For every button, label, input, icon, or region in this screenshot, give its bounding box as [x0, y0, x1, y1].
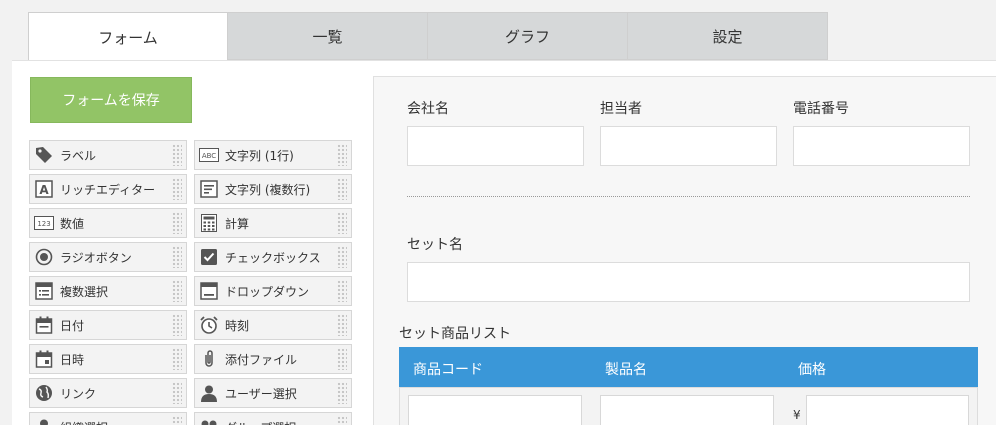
multiline-text-icon	[199, 179, 219, 199]
drag-handle-icon[interactable]	[172, 280, 182, 302]
palette-item-9[interactable]: 複数選択	[29, 276, 187, 306]
abc-text-icon: ABC	[199, 145, 219, 165]
drag-handle-icon[interactable]	[172, 144, 182, 166]
drag-handle-icon[interactable]	[337, 382, 347, 404]
tab-graph[interactable]: グラフ	[428, 12, 628, 60]
organization-icon	[34, 417, 54, 425]
tab-bar: フォーム 一覧 グラフ 設定	[28, 12, 828, 61]
column-product-name: 製品名	[605, 362, 647, 378]
palette-item-15[interactable]: リンク	[29, 378, 187, 408]
save-form-button[interactable]: フォームを保存	[30, 77, 192, 123]
palette-item-label: ラベル	[60, 148, 97, 163]
drag-handle-icon[interactable]	[172, 246, 182, 268]
group-icon	[199, 417, 219, 425]
palette-item-label: 日時	[60, 352, 85, 367]
user-icon	[199, 383, 219, 403]
drag-handle-icon[interactable]	[337, 246, 347, 268]
price-field[interactable]	[806, 395, 969, 425]
palette-item-label: ラジオボタン	[60, 250, 132, 265]
company-name-label: 会社名	[407, 101, 449, 117]
palette-item-7[interactable]: ラジオボタン	[29, 242, 187, 272]
drag-handle-icon[interactable]	[337, 314, 347, 336]
globe-icon	[34, 383, 54, 403]
palette-item-label: 計算	[225, 216, 250, 231]
palette-item-label: グループ選択	[225, 419, 337, 425]
calculator-icon	[199, 213, 219, 233]
svg-text:A: A	[39, 183, 49, 197]
svg-text:ABC: ABC	[202, 152, 216, 160]
radio-button-icon	[34, 247, 54, 267]
table-header: 商品コード 製品名 価格	[399, 347, 978, 387]
palette-item-5[interactable]: 123 数値	[29, 208, 187, 238]
drag-handle-icon[interactable]	[337, 416, 347, 425]
checkbox-icon	[199, 247, 219, 267]
phone-number-label: 電話番号	[793, 101, 849, 117]
set-product-list-label: セット商品リスト	[399, 326, 511, 342]
palette-item-label: 文字列 (1行)	[225, 148, 294, 163]
palette-item-label: 文字列 (複数行)	[225, 182, 311, 197]
tab-settings[interactable]: 設定	[628, 12, 828, 60]
palette-item-12[interactable]: 時刻	[194, 310, 352, 340]
drag-handle-icon[interactable]	[337, 348, 347, 370]
palette-item-label: 日付	[60, 318, 85, 333]
field-divider	[407, 196, 970, 197]
rich-editor-icon: A	[34, 179, 54, 199]
drag-handle-icon[interactable]	[172, 382, 182, 404]
palette-item-label: チェックボックス	[225, 250, 321, 265]
palette-item-label: ユーザー選択	[225, 386, 297, 401]
tab-list[interactable]: 一覧	[228, 12, 428, 60]
product-code-field[interactable]	[408, 395, 582, 425]
palette-item-13[interactable]: 日時	[29, 344, 187, 374]
set-name-label: セット名	[407, 237, 463, 253]
column-price: 価格	[798, 362, 826, 378]
svg-text:123: 123	[37, 220, 50, 228]
drag-handle-icon[interactable]	[337, 144, 347, 166]
company-name-field[interactable]	[407, 126, 584, 166]
paperclip-icon	[199, 349, 219, 369]
palette-item-8[interactable]: チェックボックス	[194, 242, 352, 272]
palette-item-label: 添付ファイル	[225, 352, 298, 367]
drag-handle-icon[interactable]	[172, 212, 182, 234]
drag-handle-icon[interactable]	[337, 178, 347, 200]
tag-icon	[34, 145, 54, 165]
drag-handle-icon[interactable]	[172, 314, 182, 336]
drag-handle-icon[interactable]	[172, 416, 182, 425]
phone-number-field[interactable]	[793, 126, 970, 166]
palette-item-label: 時刻	[225, 318, 250, 333]
person-in-charge-field[interactable]	[600, 126, 777, 166]
multi-select-icon	[34, 281, 54, 301]
drag-handle-icon[interactable]	[172, 178, 182, 200]
palette-item-label: リッチエディター	[60, 182, 156, 197]
palette-item-11[interactable]: 日付	[29, 310, 187, 340]
dropdown-icon	[199, 281, 219, 301]
drag-handle-icon[interactable]	[172, 348, 182, 370]
person-in-charge-label: 担当者	[600, 101, 642, 117]
palette-item-label: 組織選択	[60, 419, 172, 425]
tab-form[interactable]: フォーム	[28, 12, 228, 61]
palette-item-17[interactable]: 組織選択	[29, 412, 187, 425]
palette-item-10[interactable]: ドロップダウン	[194, 276, 352, 306]
calendar-date-icon	[34, 349, 54, 369]
number-123-icon: 123	[34, 213, 54, 233]
drag-handle-icon[interactable]	[337, 212, 347, 234]
palette-item-2[interactable]: ABC 文字列 (1行)	[194, 140, 352, 170]
calendar-icon	[34, 315, 54, 335]
palette-item-label: ドロップダウン	[225, 284, 310, 299]
palette-item-label: 複数選択	[60, 284, 109, 299]
alarm-clock-icon	[199, 315, 219, 335]
palette-item-4[interactable]: 文字列 (複数行)	[194, 174, 352, 204]
product-name-field[interactable]	[600, 395, 774, 425]
set-name-field[interactable]	[407, 262, 970, 302]
currency-symbol: ¥	[793, 408, 801, 422]
palette-item-3[interactable]: A リッチエディター	[29, 174, 187, 204]
drag-handle-icon[interactable]	[337, 280, 347, 302]
palette-item-1[interactable]: ラベル	[29, 140, 187, 170]
palette-item-16[interactable]: ユーザー選択	[194, 378, 352, 408]
palette-item-label: リンク	[60, 386, 97, 401]
palette-item-14[interactable]: 添付ファイル	[194, 344, 352, 374]
palette-item-label: 数値	[60, 216, 85, 231]
column-product-code: 商品コード	[413, 362, 483, 378]
palette-item-18[interactable]: グループ選択	[194, 412, 352, 425]
palette-item-6[interactable]: 計算	[194, 208, 352, 238]
